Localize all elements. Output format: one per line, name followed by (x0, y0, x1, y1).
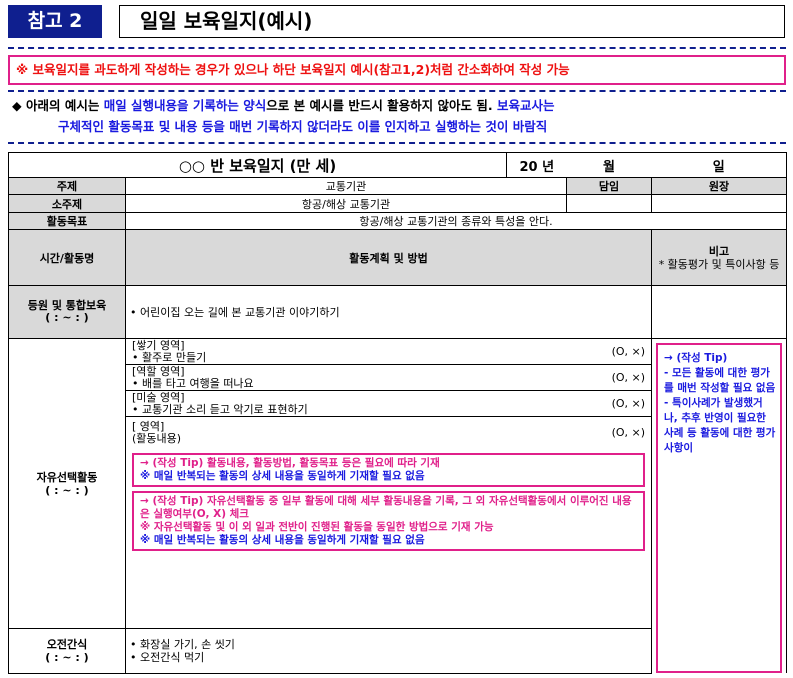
intro-highlight: 보육교사는 (492, 98, 555, 113)
reference-tag: 참고 2 (8, 5, 102, 38)
list-item: [역할 영역] • 배를 타고 여행을 떠나요 (O, ×) (126, 365, 651, 391)
subtheme-value: 항공/해상 교통기관 (124, 194, 568, 213)
area-name: [쌓기 영역] (132, 338, 185, 352)
free-play-label: 자유선택활동 (36, 470, 98, 484)
theme-label: 주제 (8, 177, 126, 195)
goal-value: 항공/해상 교통기관의 종류와 특성을 안다. (124, 212, 788, 230)
goal-label: 활동목표 (8, 212, 126, 230)
plan-label: 활동계획 및 방법 (124, 229, 653, 286)
tip-box-2: → (작성 Tip) 자유선택활동 중 일부 활동에 대해 세부 활동내용을 기… (132, 491, 646, 551)
bullet-icon: ◆ (12, 98, 22, 113)
area-activity: • 활주로 만들기 (132, 350, 207, 364)
side-note-cell: → (작성 Tip) - 모든 활동에 대한 평가를 매번 작성할 필요 없음 … (651, 338, 788, 673)
arrival-note[interactable] (651, 285, 788, 339)
year-field: 20 년 (506, 152, 567, 178)
theme-value: 교통기관 (124, 177, 568, 195)
check-mark[interactable]: (O, ×) (612, 427, 645, 439)
snack-item: • 오전간식 먹기 (130, 650, 205, 664)
subtheme-label: 소주제 (8, 194, 126, 213)
snack-plan: • 화장실 가기, 손 씻기 • 오전간식 먹기 (124, 628, 653, 674)
free-play-time: ( : ~ : ) (45, 483, 89, 497)
tip-text: → (작성 Tip) 활동내용, 활동방법, 활동목표 등은 필요에 따라 기재 (140, 457, 440, 469)
tip-text: → (작성 Tip) 자유선택활동 중 일부 활동에 대해 세부 활동내용을 기… (140, 495, 632, 520)
area-name: [미술 영역] (132, 390, 185, 404)
note-sub: * 활동평가 및 특이사항 등 (658, 257, 780, 271)
arrival-cell: 등원 및 통합보육 ( : ~ : ) (8, 285, 126, 339)
list-item: [ 영역] (활동내용) (O, ×) (127, 417, 651, 449)
area-name: [역할 영역] (132, 364, 185, 378)
snack-item: • 화장실 가기, 손 씻기 (130, 637, 235, 651)
arrival-text: • 어린이집 오는 길에 본 교통기관 이야기하기 (124, 285, 653, 339)
tip-text: ※ 매일 반복되는 활동의 상세 내용을 동일하게 기재할 필요 없음 (140, 470, 425, 482)
arrival-time: ( : ~ : ) (45, 311, 89, 324)
teacher-label: 담임 (566, 177, 653, 195)
director-sign[interactable] (651, 194, 788, 213)
intro-line2: 구체적인 활동목표 및 내용 등을 매번 기록하지 않더라도 이를 인지하고 실… (58, 119, 548, 134)
teacher-sign[interactable] (566, 194, 653, 213)
check-mark[interactable]: (O, ×) (612, 397, 645, 410)
area-activity: (활동내용) (132, 432, 182, 445)
day-field: 일 (651, 152, 788, 178)
page-title: 일일 보육일지(예시) (119, 5, 785, 38)
month-field: 월 (566, 152, 652, 178)
area-activity: • 교통기관 소리 듣고 악기로 표현하기 (132, 402, 308, 416)
list-item: [미술 영역] • 교통기관 소리 듣고 악기로 표현하기 (O, ×) (126, 391, 651, 417)
divider (8, 90, 786, 92)
snack-time: ( : ~ : ) (45, 650, 89, 664)
divider (8, 142, 786, 144)
intro-part: 으로 본 예시를 반드시 활용하지 않아도 됨. (266, 98, 493, 113)
free-play-cell: 자유선택활동 ( : ~ : ) (8, 337, 126, 630)
free-play-plan: [쌓기 영역] • 활주로 만들기 (O, ×) [역할 영역] • 배를 타고 여… (124, 337, 653, 630)
side-tip-box: → (작성 Tip) - 모든 활동에 대한 평가를 매번 작성할 필요 없음 … (656, 343, 783, 673)
check-mark[interactable]: (O, ×) (612, 371, 645, 384)
intro-highlight: 매일 실행내용을 기록하는 양식 (103, 98, 267, 113)
intro-part: 아래의 예시는 (25, 98, 104, 113)
tip-text: ※ 매일 반복되는 활동의 상세 내용을 동일하게 기재할 필요 없음 (140, 534, 425, 546)
snack-cell: 오전간식 ( : ~ : ) (8, 628, 126, 674)
note-label: 비고 (708, 244, 730, 258)
notice-box: ※ 보육일지를 과도하게 작성하는 경우가 있으나 하단 보육일지 예시(참고1… (8, 55, 786, 85)
class-title: ○○ 반 보육일지 (만 세) (7, 152, 508, 178)
list-item: [쌓기 영역] • 활주로 만들기 (O, ×) (126, 338, 651, 365)
tip-text: ※ 자유선택활동 및 이 외 일과 전반이 진행된 활동을 동일한 방법으로 기… (140, 521, 494, 533)
divider (8, 47, 786, 49)
tip-box-1: → (작성 Tip) 활동내용, 활동방법, 활동목표 등은 필요에 따라 기재… (132, 453, 646, 487)
time-label: 시간/활동명 (8, 229, 126, 286)
care-journal-table: ○○ 반 보육일지 (만 세) 20 년 월 일 주제 교통기관 담임 원장 소… (7, 152, 788, 674)
snack-label: 오전간식 (46, 637, 88, 651)
director-label: 원장 (651, 177, 788, 195)
check-mark[interactable]: (O, ×) (612, 345, 645, 358)
note-header: 비고 * 활동평가 및 특이사항 등 (651, 229, 788, 286)
intro-text: ◆ 아래의 예시는 매일 실행내용을 기록하는 양식으로 본 예시를 반드시 활… (12, 95, 788, 137)
area-activity: • 배를 타고 여행을 떠나요 (132, 376, 254, 390)
